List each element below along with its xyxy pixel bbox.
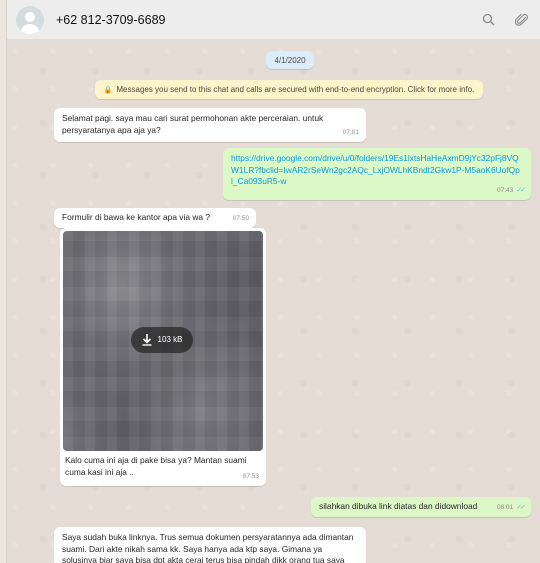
lock-icon: 🔒 <box>103 86 113 94</box>
avatar[interactable] <box>16 5 44 34</box>
message-text: silahkan dibuka link diatas dan didownlo… <box>319 501 478 511</box>
message-time: 07:50 <box>232 214 249 222</box>
message-text: Saya sudah buka linknya. Trus semua doku… <box>62 532 354 563</box>
message-meta: 07:53 <box>243 471 259 483</box>
message-outgoing[interactable]: silahkan dibuka link diatas dan didownlo… <box>311 497 531 517</box>
search-icon[interactable] <box>480 12 496 28</box>
image-caption: Kalo cuma ini aja di pake bisa ya? Manta… <box>65 455 247 477</box>
read-ticks-icon: ✓✓ <box>516 186 526 194</box>
message-time: 07:43 <box>496 186 514 194</box>
blurred-image-preview[interactable]: 103 kB <box>63 231 263 451</box>
left-panel-edge <box>0 0 7 563</box>
message-meta: 07:50 <box>233 213 249 225</box>
message-text: Formulir di bawa ke kantor apa via wa ? <box>62 212 211 222</box>
message-image[interactable]: 103 kB Kalo cuma ini aja di pake bisa ya… <box>60 228 266 486</box>
message-text: Selamat pagi. saya mau cari surat permoh… <box>62 113 324 135</box>
message-incoming[interactable]: Saya sudah buka linknya. Trus semua doku… <box>54 527 366 563</box>
date-divider: 4/1/2020 <box>266 51 314 69</box>
download-icon <box>142 334 152 346</box>
chat-header: +62 812-3709-6689 <box>7 0 540 40</box>
file-size: 103 kB <box>157 335 183 345</box>
message-meta: 07:01 <box>343 127 359 139</box>
message-time: 07:53 <box>242 472 259 480</box>
encryption-notice-text: Messages you send to this chat and calls… <box>116 85 475 94</box>
contact-name[interactable]: +62 812-3709-6689 <box>56 13 165 27</box>
message-meta: 07:43 ✓✓ <box>496 185 526 197</box>
message-incoming[interactable]: Formulir di bawa ke kantor apa via wa ? … <box>54 208 256 228</box>
chat-area[interactable]: 4/1/2020 🔒 Messages you send to this cha… <box>7 40 540 563</box>
message-meta: 08:01 ✓✓ <box>496 502 526 514</box>
download-button[interactable]: 103 kB <box>131 327 193 353</box>
message-outgoing[interactable]: https://drive.google.com/drive/u/0/folde… <box>223 148 531 200</box>
message-time: 08:01 <box>496 503 514 511</box>
message-link[interactable]: https://drive.google.com/drive/u/0/folde… <box>231 153 521 188</box>
encryption-notice[interactable]: 🔒 Messages you send to this chat and cal… <box>95 80 483 99</box>
read-ticks-icon: ✓✓ <box>516 503 526 511</box>
message-time: 07:01 <box>342 128 359 136</box>
paperclip-icon[interactable] <box>514 12 530 28</box>
message-incoming[interactable]: Selamat pagi. saya mau cari surat permoh… <box>54 108 366 142</box>
